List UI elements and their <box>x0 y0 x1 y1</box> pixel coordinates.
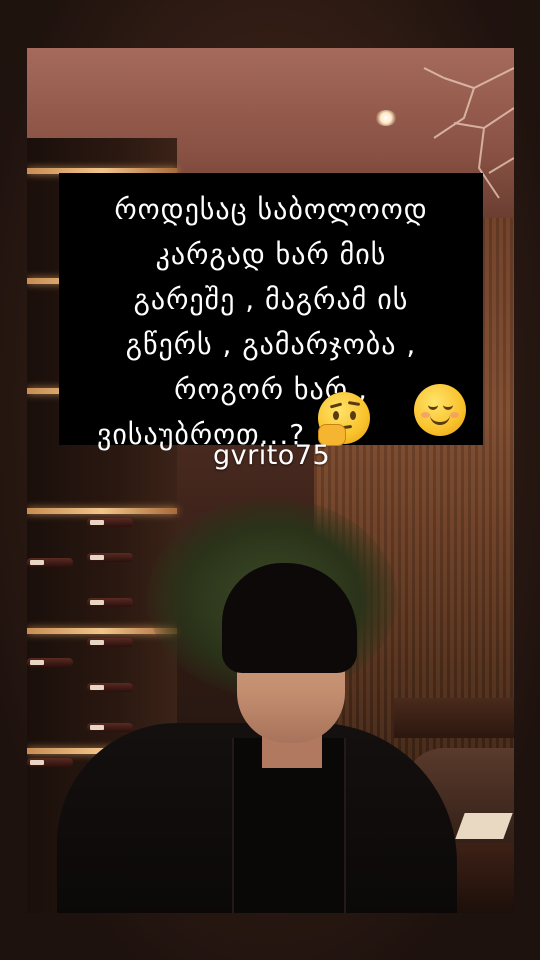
caption-line: როგორ ხარ , <box>174 373 368 406</box>
caption-line: გწერს , გამარჯობა , <box>125 328 417 361</box>
smiling-face-icon <box>414 384 466 436</box>
caption-line: კარგად ხარ მის <box>155 238 387 271</box>
seated-man <box>57 563 457 913</box>
thinking-face-icon <box>318 392 370 446</box>
username-watermark: gvrito75 <box>213 440 331 471</box>
hair <box>222 563 357 673</box>
caption-line: როდესაც საბოლოოდ <box>114 193 428 226</box>
napkin <box>455 813 513 839</box>
caption-line: გარეშე , მაგრამ ის <box>133 283 409 316</box>
